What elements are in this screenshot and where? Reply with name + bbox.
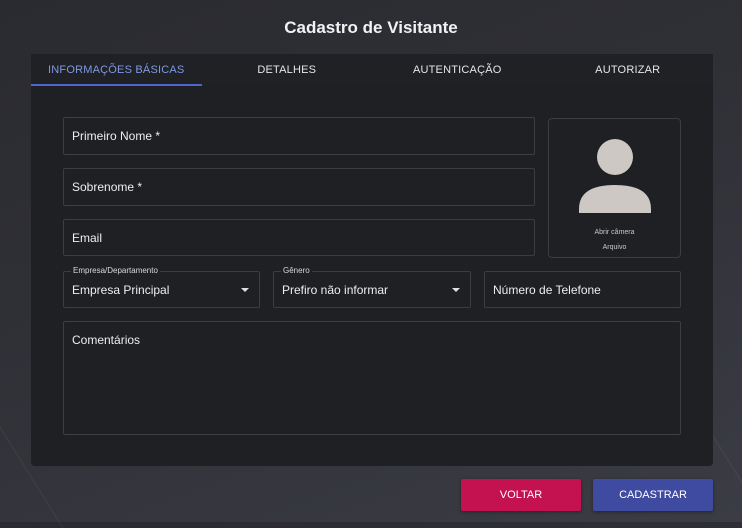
company-label: Empresa/Departamento (71, 266, 160, 275)
comments-label: Comentários (72, 333, 141, 347)
gender-select[interactable]: Gênero Prefiro não informar (273, 266, 471, 308)
tab-basic-info[interactable]: INFORMAÇÕES BÁSICAS (31, 54, 202, 86)
tab-authentication[interactable]: AUTENTICAÇÃO (372, 54, 543, 86)
chevron-down-icon (241, 287, 249, 292)
user-silhouette-icon (579, 139, 651, 213)
email-label: Email (72, 230, 103, 245)
company-value: Empresa Principal (72, 282, 170, 297)
first-name-field[interactable]: Primeiro Nome * (63, 117, 535, 155)
tab-details[interactable]: DETALHES (202, 54, 373, 86)
file-link[interactable]: Arquivo (549, 244, 680, 251)
last-name-field[interactable]: Sobrenome * (63, 168, 535, 206)
email-field[interactable]: Email (63, 219, 535, 256)
last-name-label: Sobrenome * (72, 180, 143, 194)
gender-value: Prefiro não informar (282, 282, 389, 297)
phone-label: Número de Telefone (493, 282, 601, 297)
gender-label: Gênero (281, 266, 312, 275)
phone-field[interactable]: Número de Telefone (484, 271, 681, 308)
page-title: Cadastro de Visitante (284, 18, 458, 37)
open-camera-link[interactable]: Abrir câmera (549, 229, 680, 236)
back-button[interactable]: VOLTAR (461, 479, 581, 511)
visitor-form-card: INFORMAÇÕES BÁSICAS DETALHES AUTENTICAÇÃ… (31, 54, 713, 466)
company-select[interactable]: Empresa/Departamento Empresa Principal (63, 266, 260, 308)
first-name-label: Primeiro Nome * (72, 129, 161, 143)
submit-button[interactable]: CADASTRAR (593, 479, 713, 511)
tab-bar: INFORMAÇÕES BÁSICAS DETALHES AUTENTICAÇÃ… (31, 54, 713, 86)
chevron-down-icon (452, 287, 460, 292)
comments-field[interactable]: Comentários (63, 321, 681, 435)
tab-authorize[interactable]: AUTORIZAR (543, 54, 714, 86)
photo-box: Abrir câmera Arquivo (548, 118, 681, 258)
